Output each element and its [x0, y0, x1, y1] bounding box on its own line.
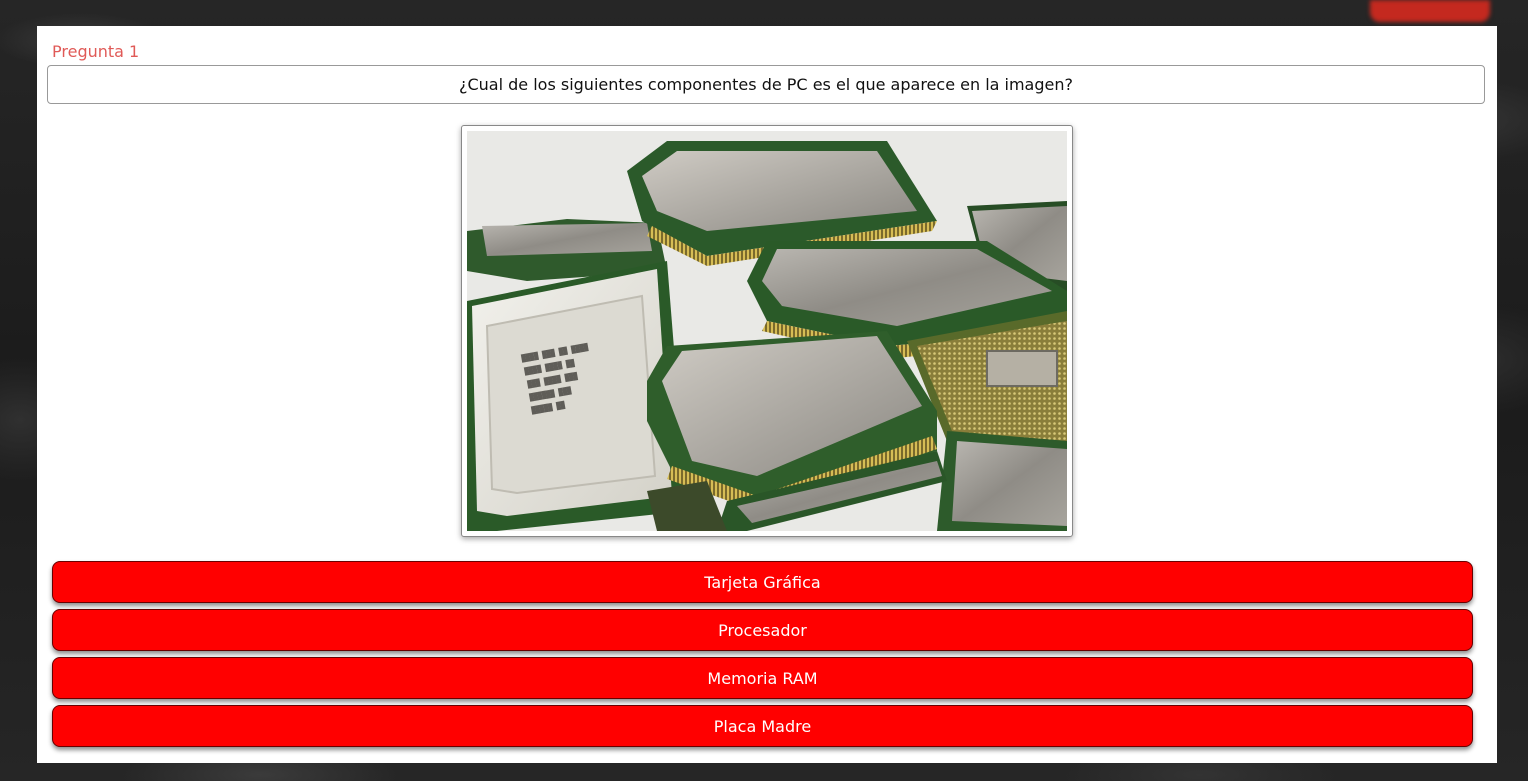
question-image-frame: ████ ███ ██ ████ ████ ████ ██ ███ ████ █…	[461, 125, 1073, 537]
question-number: Pregunta 1	[52, 42, 140, 61]
question-text-box: ¿Cual de los siguientes componentes de P…	[47, 65, 1485, 104]
cpu-pile-illustration: ████ ███ ██ ████ ████ ████ ██ ███ ████ █…	[467, 131, 1067, 531]
question-text: ¿Cual de los siguientes componentes de P…	[458, 75, 1073, 94]
quiz-card: Pregunta 1 ¿Cual de los siguientes compo…	[37, 26, 1497, 763]
background-red-object	[1370, 0, 1490, 22]
question-image: ████ ███ ██ ████ ████ ████ ██ ███ ████ █…	[467, 131, 1067, 531]
answer-button-tarjeta-grafica[interactable]: Tarjeta Gráfica	[52, 561, 1473, 603]
answer-button-memoria-ram[interactable]: Memoria RAM	[52, 657, 1473, 699]
answer-button-procesador[interactable]: Procesador	[52, 609, 1473, 651]
answer-list: Tarjeta Gráfica Procesador Memoria RAM P…	[52, 561, 1473, 753]
answer-button-placa-madre[interactable]: Placa Madre	[52, 705, 1473, 747]
